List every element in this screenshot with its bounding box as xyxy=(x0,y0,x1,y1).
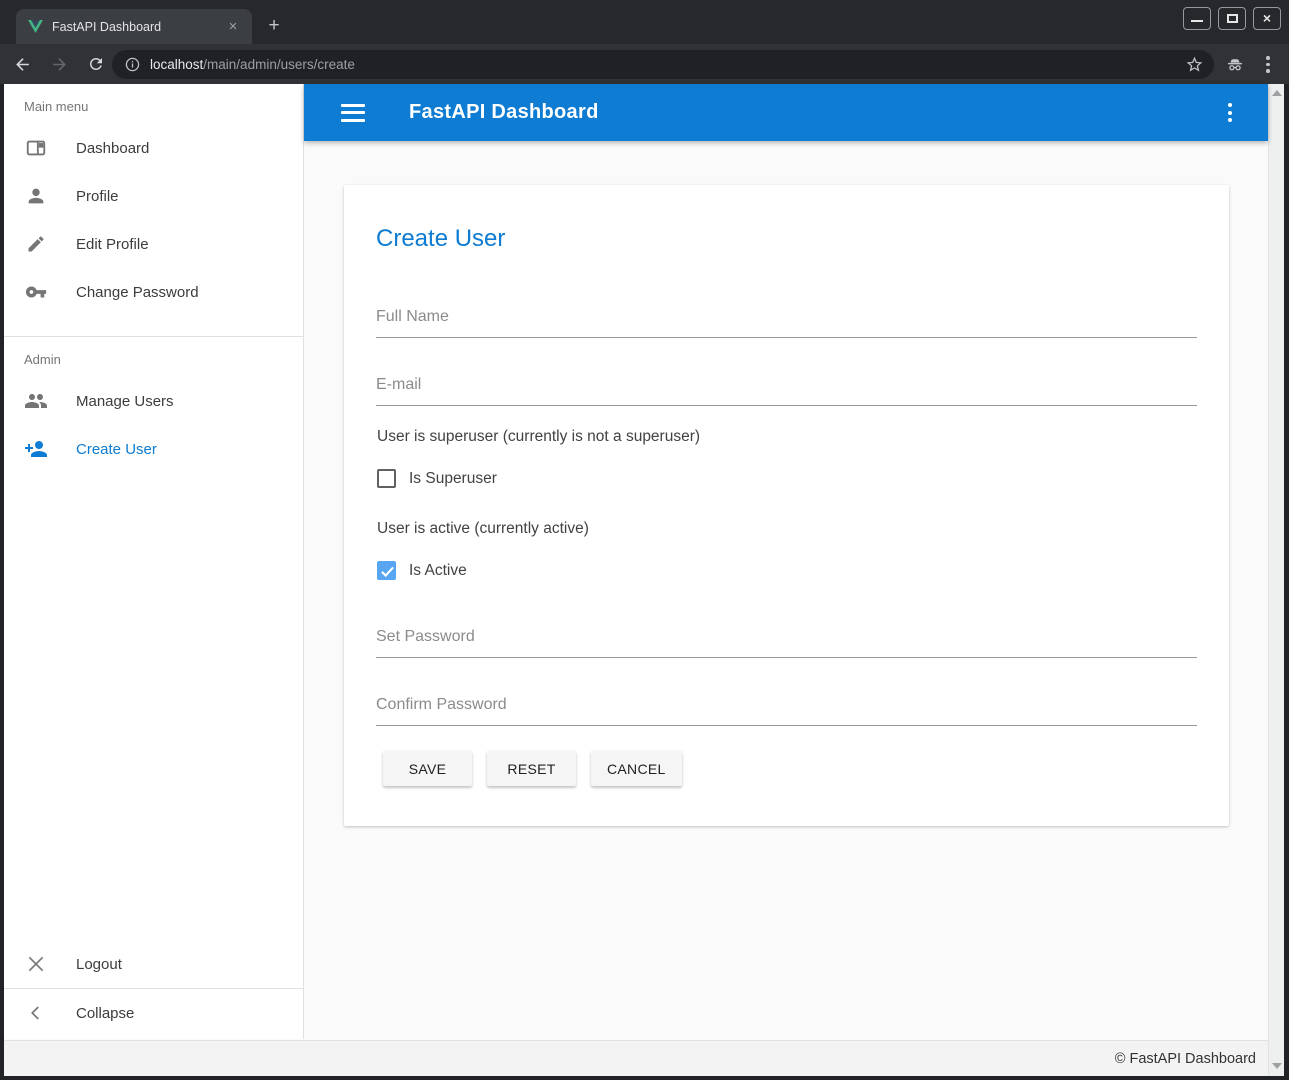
set-password-input[interactable] xyxy=(376,622,1197,658)
vue-logo-icon xyxy=(28,20,43,33)
window-close-button[interactable]: × xyxy=(1253,7,1281,30)
sidebar-item-label: Profile xyxy=(76,188,119,205)
key-icon xyxy=(24,280,48,304)
back-icon[interactable] xyxy=(7,49,37,79)
site-info-icon[interactable] xyxy=(124,56,141,73)
app-bar: FastAPI Dashboard xyxy=(304,84,1268,141)
chevron-left-icon xyxy=(24,1001,48,1025)
scrollbar[interactable] xyxy=(1268,84,1284,1076)
window-minimize-button[interactable] xyxy=(1183,7,1211,30)
app-title: FastAPI Dashboard xyxy=(409,101,599,124)
person-add-icon xyxy=(24,437,48,461)
bookmark-star-icon[interactable] xyxy=(1185,55,1204,74)
create-user-card: Create User User is superuser (currently… xyxy=(344,185,1229,826)
url-path: /main/admin/users/create xyxy=(203,57,355,72)
is-superuser-label[interactable]: Is Superuser xyxy=(409,470,497,488)
hamburger-menu-icon[interactable] xyxy=(341,104,365,122)
page-content: Main menu Dashboard Profile Edit Profile… xyxy=(4,84,1284,1076)
person-icon xyxy=(24,184,48,208)
active-hint: User is active (currently active) xyxy=(377,520,589,538)
sidebar-item-label: Change Password xyxy=(76,284,199,301)
sidebar-item-dashboard[interactable]: Dashboard xyxy=(4,124,303,172)
pencil-icon xyxy=(24,232,48,256)
url-host: localhost xyxy=(150,57,203,72)
new-tab-button[interactable]: + xyxy=(262,14,286,38)
app-more-icon[interactable] xyxy=(1220,102,1240,124)
is-active-checkbox-row[interactable]: Is Active xyxy=(377,561,467,580)
save-button[interactable]: SAVE xyxy=(383,751,472,786)
browser-tab[interactable]: FastAPI Dashboard × xyxy=(16,9,252,44)
page-footer: © FastAPI Dashboard xyxy=(4,1040,1268,1076)
forward-icon[interactable] xyxy=(44,49,74,79)
sidebar-item-edit-profile[interactable]: Edit Profile xyxy=(4,220,303,268)
url-bar[interactable]: localhost/main/admin/users/create xyxy=(112,50,1214,79)
close-icon: × xyxy=(1254,8,1280,29)
sidebar-section-admin: Admin xyxy=(4,337,303,377)
sidebar-item-create-user[interactable]: Create User xyxy=(4,425,303,473)
sidebar-item-manage-users[interactable]: Manage Users xyxy=(4,377,303,425)
sidebar-item-change-password[interactable]: Change Password xyxy=(4,268,303,316)
tab-title: FastAPI Dashboard xyxy=(52,20,224,34)
is-superuser-checkbox[interactable] xyxy=(377,469,396,488)
incognito-icon xyxy=(1225,55,1245,75)
people-icon xyxy=(24,389,48,413)
sidebar-item-profile[interactable]: Profile xyxy=(4,172,303,220)
dashboard-icon xyxy=(24,136,48,160)
scroll-up-icon[interactable] xyxy=(1272,90,1282,96)
reset-button[interactable]: RESET xyxy=(487,751,576,786)
sidebar-item-label: Logout xyxy=(76,956,122,973)
superuser-hint: User is superuser (currently is not a su… xyxy=(377,428,700,446)
is-superuser-checkbox-row[interactable]: Is Superuser xyxy=(377,469,497,488)
minimize-icon xyxy=(1191,20,1203,22)
browser-menu-icon[interactable] xyxy=(1259,54,1277,76)
sidebar-item-label: Manage Users xyxy=(76,393,174,410)
sidebar-item-label: Edit Profile xyxy=(76,236,149,253)
copyright-text: © FastAPI Dashboard xyxy=(1115,1051,1256,1067)
scroll-down-icon[interactable] xyxy=(1272,1063,1282,1069)
close-x-icon xyxy=(24,952,48,976)
full-name-input[interactable] xyxy=(376,302,1197,338)
sidebar-item-logout[interactable]: Logout xyxy=(4,940,303,988)
sidebar-item-label: Create User xyxy=(76,441,157,458)
sidebar-item-collapse[interactable]: Collapse xyxy=(4,989,303,1037)
reload-icon[interactable] xyxy=(81,49,111,79)
browser-toolbar: localhost/main/admin/users/create xyxy=(0,44,1289,84)
browser-titlebar: FastAPI Dashboard × + × xyxy=(0,0,1289,44)
page-title: Create User xyxy=(376,225,505,253)
sidebar-item-label: Collapse xyxy=(76,1005,134,1022)
sidebar-section-main-menu: Main menu xyxy=(4,84,303,124)
is-active-label[interactable]: Is Active xyxy=(409,562,467,580)
maximize-icon xyxy=(1227,14,1238,23)
tab-close-icon[interactable]: × xyxy=(224,18,242,36)
cancel-button[interactable]: CANCEL xyxy=(591,751,682,786)
window-maximize-button[interactable] xyxy=(1218,7,1246,30)
is-active-checkbox[interactable] xyxy=(377,561,396,580)
confirm-password-input[interactable] xyxy=(376,690,1197,726)
email-input[interactable] xyxy=(376,370,1197,406)
sidebar-item-label: Dashboard xyxy=(76,140,149,157)
sidebar: Main menu Dashboard Profile Edit Profile… xyxy=(4,84,304,1039)
